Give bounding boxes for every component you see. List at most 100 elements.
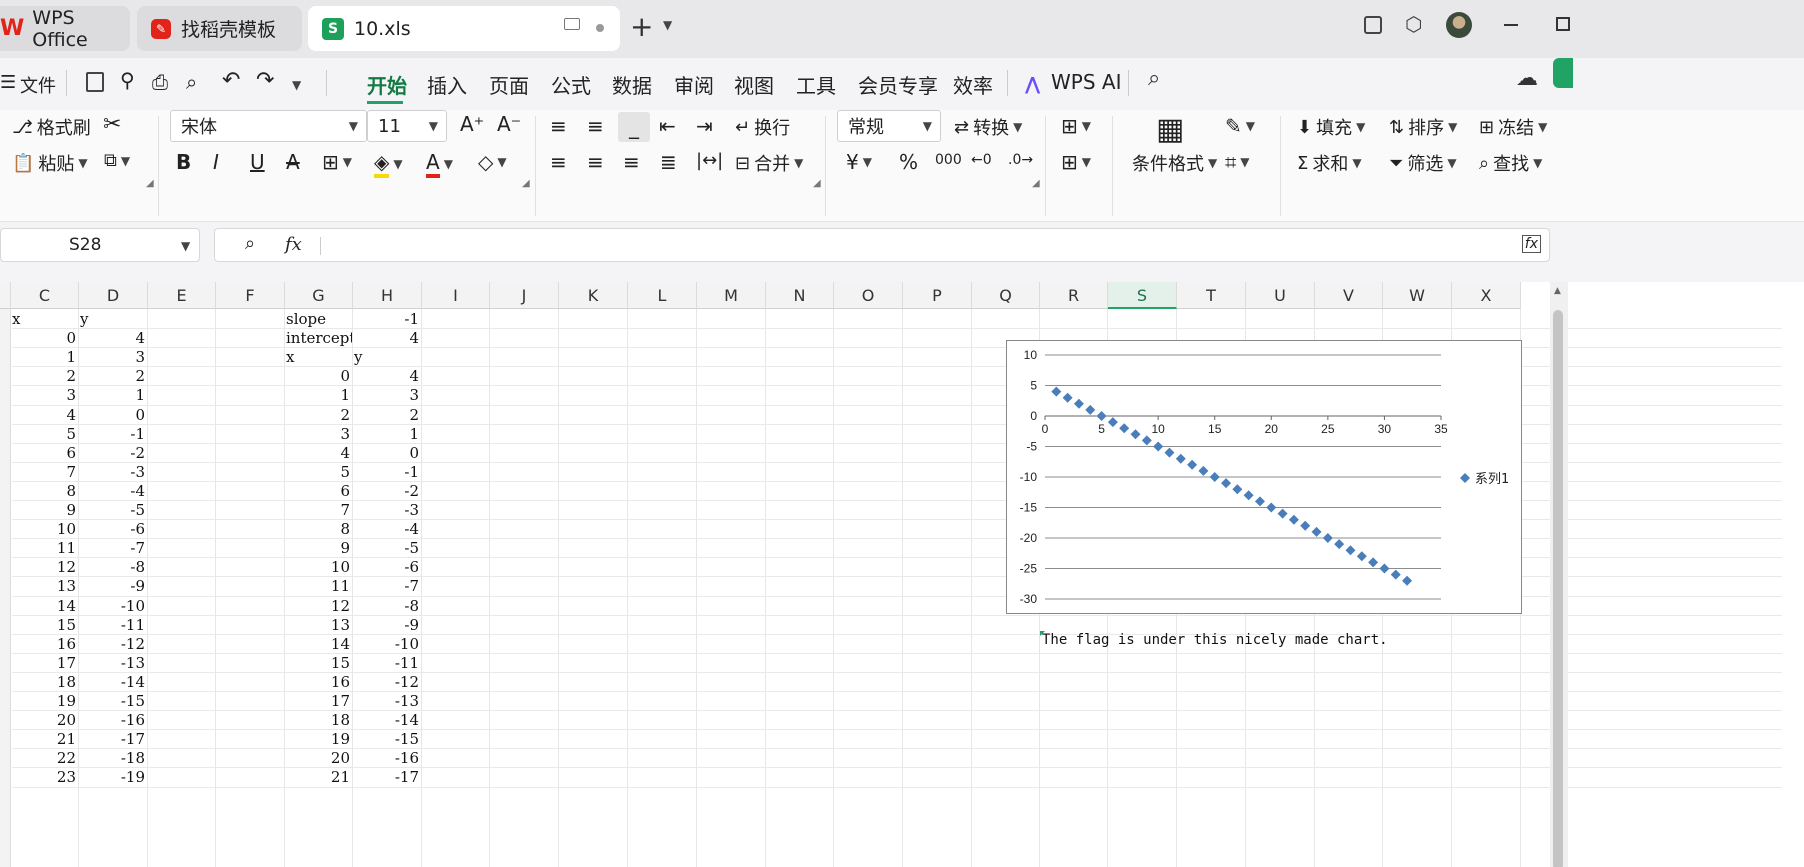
cell[interactable]: 2 [66, 367, 76, 385]
cell[interactable]: 4 [135, 329, 145, 347]
tab-file[interactable]: S 10.xls [308, 6, 620, 51]
cell[interactable]: 4 [66, 406, 76, 424]
window-restore-icon[interactable] [1364, 16, 1382, 34]
formula-input[interactable]: ⌕ fx fx [214, 228, 1550, 262]
cell[interactable]: 0 [66, 329, 76, 347]
name-box[interactable]: S28 ▼ [0, 228, 200, 262]
cell[interactable]: 10 [57, 520, 76, 538]
cell[interactable]: 4 [340, 444, 350, 462]
cell[interactable]: 16 [331, 673, 350, 691]
cell[interactable]: 18 [57, 673, 76, 691]
cell[interactable]: -13 [395, 692, 419, 710]
column-header[interactable]: F [216, 282, 285, 309]
justify-button[interactable]: ≣ [660, 150, 677, 174]
decrease-font-button[interactable]: A⁻ [497, 112, 521, 136]
number-format-select[interactable]: 常规 ▼ [837, 110, 941, 142]
cell[interactable]: 13 [57, 577, 76, 595]
print-preview-icon[interactable]: ⌕ [186, 70, 197, 94]
cell[interactable]: -1 [130, 425, 145, 443]
column-header[interactable]: V [1315, 282, 1383, 309]
sort-button[interactable]: ⇅ 排序 ▼ [1389, 114, 1457, 140]
column-header[interactable]: I [422, 282, 490, 309]
cell[interactable]: y [354, 348, 362, 366]
cell[interactable]: y [80, 310, 88, 328]
new-tab-icon[interactable]: + [630, 10, 653, 43]
cell[interactable]: -8 [130, 558, 145, 576]
more-chevron-icon[interactable]: ▼ [292, 78, 301, 92]
cell[interactable]: 9 [66, 501, 76, 519]
crop-button[interactable]: ⌗ ▼ [1225, 150, 1250, 174]
cell[interactable]: 19 [331, 730, 350, 748]
cell[interactable]: 3 [340, 425, 350, 443]
menu-data[interactable]: 数据 [612, 70, 652, 99]
tab-templates[interactable]: ✎ 找稻壳模板 [137, 6, 302, 51]
column-header[interactable]: H [353, 282, 422, 309]
paste-button[interactable]: 📋 粘贴 ▼ [12, 150, 88, 176]
cell[interactable]: 20 [57, 711, 76, 729]
cell[interactable]: 15 [57, 616, 76, 634]
decrease-decimal-button[interactable]: .0→ [1008, 152, 1033, 168]
column-header[interactable]: C [11, 282, 79, 309]
vertical-scrollbar[interactable]: ▲ [1550, 282, 1568, 867]
cell[interactable]: 1 [409, 425, 419, 443]
cell[interactable]: 17 [57, 654, 76, 672]
clear-button[interactable]: ◇ ▼ [478, 150, 507, 174]
cell[interactable]: 2 [135, 367, 145, 385]
search-icon[interactable]: ⌕ [1148, 66, 1160, 91]
cell[interactable]: 3 [66, 386, 76, 404]
align-center-button[interactable]: ≡ [587, 150, 604, 174]
avatar[interactable] [1446, 12, 1472, 38]
column-header[interactable]: M [697, 282, 766, 309]
share-button[interactable] [1553, 58, 1573, 88]
convert-button[interactable]: ⇄ 转换 ▼ [954, 114, 1022, 140]
cell[interactable]: -11 [395, 654, 419, 672]
cell[interactable]: -6 [130, 520, 145, 538]
column-header[interactable]: L [628, 282, 697, 309]
cell[interactable]: 17 [331, 692, 350, 710]
cut-button[interactable]: ✂ [103, 112, 121, 137]
cell[interactable]: -19 [121, 768, 145, 786]
hamburger-icon[interactable]: ☰ [0, 72, 16, 93]
cell[interactable]: 6 [66, 444, 76, 462]
cell[interactable]: 11 [331, 577, 350, 595]
scroll-up-icon[interactable]: ▲ [1554, 286, 1561, 296]
column-header[interactable]: T [1177, 282, 1246, 309]
column-header[interactable]: J [490, 282, 559, 309]
increase-decimal-button[interactable]: ←0 [971, 152, 992, 168]
cell[interactable]: 21 [331, 768, 350, 786]
cell[interactable]: -7 [404, 577, 419, 595]
currency-button[interactable]: ¥ ▼ [846, 150, 872, 174]
cell[interactable]: slope [286, 310, 326, 328]
redo-icon[interactable]: ↷ [256, 68, 274, 93]
border-button[interactable]: ⊞ ▼ [322, 150, 352, 174]
cell[interactable]: -18 [121, 749, 145, 767]
fill-button[interactable]: ⬇ 填充 ▼ [1297, 114, 1365, 140]
cell[interactable]: -10 [121, 597, 145, 615]
cell[interactable]: 10 [331, 558, 350, 576]
scroll-thumb[interactable] [1553, 310, 1563, 867]
filter-button[interactable]: ⏷ 筛选 ▼ [1389, 150, 1457, 176]
cell[interactable]: 0 [409, 444, 419, 462]
cell[interactable]: -16 [121, 711, 145, 729]
cell[interactable]: -10 [395, 635, 419, 653]
cell[interactable]: 8 [340, 520, 350, 538]
cell[interactable]: 1 [66, 348, 76, 366]
cell[interactable]: -4 [130, 482, 145, 500]
cell[interactable]: -5 [130, 501, 145, 519]
column-header[interactable]: P [903, 282, 972, 309]
thousands-button[interactable]: 000 [935, 152, 962, 168]
menu-wps-ai[interactable]: WPS AI [1051, 70, 1121, 94]
freeze-button[interactable]: ⊞ 冻结 ▼ [1479, 114, 1547, 140]
cell[interactable]: -9 [404, 616, 419, 634]
table-style-button[interactable]: ⊞ ▼ [1061, 150, 1091, 174]
align-right-button[interactable]: ≡ [623, 150, 640, 174]
font-color-button[interactable]: A ▼ [426, 150, 453, 178]
zoom-formula-icon[interactable]: ⌕ [245, 233, 255, 254]
cell[interactable]: 21 [57, 730, 76, 748]
undo-icon[interactable]: ↶ [222, 68, 240, 93]
cell[interactable]: -3 [130, 463, 145, 481]
cell[interactable]: 14 [57, 597, 76, 615]
cell-style-button[interactable]: ⊞ ▼ [1061, 114, 1091, 138]
cell[interactable]: 9 [340, 539, 350, 557]
strikethrough-button[interactable]: A [286, 150, 300, 174]
